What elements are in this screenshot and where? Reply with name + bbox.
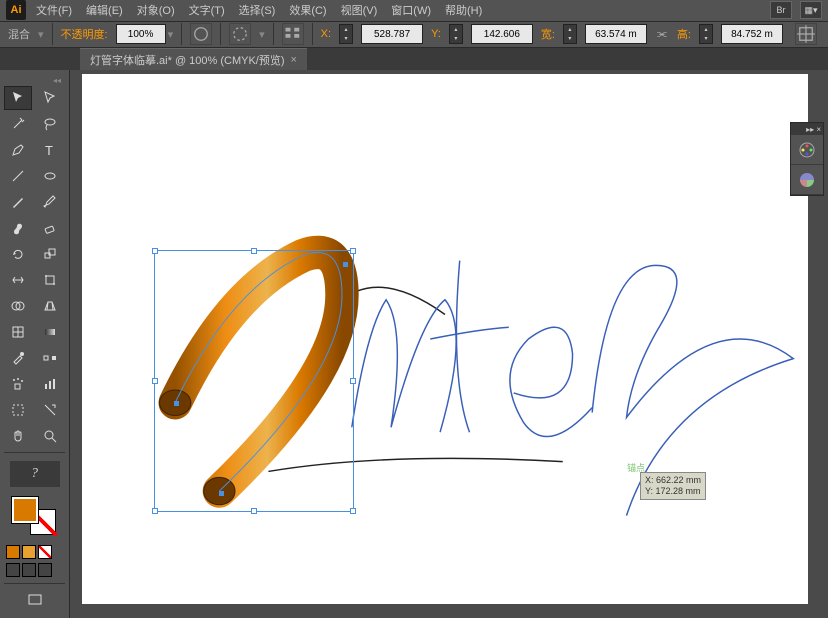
scale-tool[interactable] bbox=[36, 242, 64, 266]
tools-collapse-icon[interactable]: ◂◂ bbox=[4, 76, 65, 86]
coordinate-tooltip: X: 662.22 mm Y: 172.28 mm bbox=[640, 472, 706, 500]
slice-tool[interactable] bbox=[36, 398, 64, 422]
screen-mode-row bbox=[4, 561, 65, 579]
right-panel-dock: ▸▸ × bbox=[790, 122, 824, 196]
menu-file[interactable]: 文件(F) bbox=[36, 2, 72, 18]
opacity-label: 不透明度: bbox=[61, 26, 108, 42]
rotate-tool[interactable] bbox=[4, 242, 32, 266]
anchor-point[interactable] bbox=[219, 491, 224, 496]
svg-text:T: T bbox=[45, 143, 53, 158]
graph-tool[interactable] bbox=[36, 372, 64, 396]
menu-type[interactable]: 文字(T) bbox=[189, 2, 225, 18]
fill-stroke-swatch[interactable] bbox=[10, 497, 60, 537]
transform-icon[interactable] bbox=[795, 23, 817, 45]
zoom-tool[interactable] bbox=[36, 424, 64, 448]
arrange-icon[interactable]: ▦▾ bbox=[800, 1, 822, 19]
y-input[interactable] bbox=[471, 24, 533, 44]
menu-select[interactable]: 选择(S) bbox=[239, 2, 276, 18]
x-label: X: bbox=[321, 28, 331, 40]
panel-collapse-icon[interactable]: ▸▸ × bbox=[791, 123, 823, 135]
menu-help[interactable]: 帮助(H) bbox=[445, 2, 482, 18]
menu-window[interactable]: 窗口(W) bbox=[391, 2, 431, 18]
menu-object[interactable]: 对象(O) bbox=[137, 2, 175, 18]
opacity-input[interactable] bbox=[116, 24, 166, 44]
line-tool[interactable] bbox=[4, 164, 32, 188]
gradient-tool[interactable] bbox=[36, 320, 64, 344]
blend-tool[interactable] bbox=[36, 346, 64, 370]
h-spinner[interactable]: ▴▾ bbox=[699, 24, 713, 44]
width-tool[interactable] bbox=[4, 268, 32, 292]
swatch-1[interactable] bbox=[6, 545, 20, 559]
document-tab[interactable]: 灯管字体临摹.ai* @ 100% (CMYK/预览) × bbox=[80, 48, 307, 70]
menu-effect[interactable]: 效果(C) bbox=[289, 2, 326, 18]
color-panel-icon[interactable] bbox=[791, 135, 823, 165]
blob-brush-tool[interactable] bbox=[4, 216, 32, 240]
anchor-point[interactable] bbox=[343, 262, 348, 267]
link-wh-icon[interactable]: ⫘ bbox=[655, 24, 669, 44]
draw-normal[interactable] bbox=[6, 563, 20, 577]
paintbrush-tool[interactable] bbox=[4, 190, 32, 214]
y-label: Y: bbox=[431, 28, 441, 40]
ellipse-tool[interactable] bbox=[36, 164, 64, 188]
symbol-sprayer-tool[interactable] bbox=[4, 372, 32, 396]
menu-view[interactable]: 视图(V) bbox=[341, 2, 378, 18]
document-tab-bar: 灯管字体临摹.ai* @ 100% (CMYK/预览) × bbox=[0, 48, 828, 70]
x-input[interactable] bbox=[361, 24, 423, 44]
direct-selection-tool[interactable] bbox=[36, 86, 64, 110]
w-spinner[interactable]: ▴▾ bbox=[563, 24, 577, 44]
tab-close-icon[interactable]: × bbox=[291, 54, 297, 66]
shape-builder-tool[interactable] bbox=[4, 294, 32, 318]
h-label: 高: bbox=[677, 26, 691, 42]
screen-mode-button[interactable] bbox=[21, 588, 49, 612]
app-logo: Ai bbox=[6, 0, 26, 20]
x-spinner[interactable]: ▴▾ bbox=[339, 24, 353, 44]
artboard-tool[interactable] bbox=[4, 398, 32, 422]
tab-title: 灯管字体临摹.ai* @ 100% (CMYK/预览) bbox=[90, 52, 285, 68]
w-input[interactable] bbox=[585, 24, 647, 44]
draw-inside[interactable] bbox=[38, 563, 52, 577]
bridge-icon[interactable]: Br bbox=[770, 1, 792, 19]
free-transform-tool[interactable] bbox=[36, 268, 64, 292]
selection-bounds[interactable] bbox=[154, 250, 354, 512]
h-input[interactable] bbox=[721, 24, 783, 44]
canvas-area[interactable]: 锚点 X: 662.22 mm Y: 172.28 mm ▸▸ × bbox=[70, 70, 828, 618]
pen-tool[interactable] bbox=[4, 138, 32, 162]
perspective-tool[interactable] bbox=[36, 294, 64, 318]
recolor-icon[interactable] bbox=[229, 23, 251, 45]
options-bar: 混合 ▾ 不透明度: ▾ ▾ X: ▴▾ Y: ▴▾ 宽: ▴▾ ⫘ 高: ▴▾ bbox=[0, 22, 828, 48]
selection-tool[interactable] bbox=[4, 86, 32, 110]
mesh-tool[interactable] bbox=[4, 320, 32, 344]
color-mode-row bbox=[4, 543, 65, 561]
draw-behind[interactable] bbox=[22, 563, 36, 577]
type-tool[interactable]: T bbox=[36, 138, 64, 162]
lasso-tool[interactable] bbox=[36, 112, 64, 136]
color-guide-panel-icon[interactable] bbox=[791, 165, 823, 195]
style-icon[interactable] bbox=[190, 23, 212, 45]
hand-tool[interactable] bbox=[4, 424, 32, 448]
w-label: 宽: bbox=[541, 26, 555, 42]
menu-bar: Ai 文件(F) 编辑(E) 对象(O) 文字(T) 选择(S) 效果(C) 视… bbox=[0, 0, 828, 22]
align-icon[interactable] bbox=[282, 23, 304, 45]
tools-panel: ◂◂ T bbox=[0, 70, 70, 618]
pencil-tool[interactable] bbox=[36, 190, 64, 214]
eyedropper-tool[interactable] bbox=[4, 346, 32, 370]
swatch-2[interactable] bbox=[22, 545, 36, 559]
y-spinner[interactable]: ▴▾ bbox=[449, 24, 463, 44]
eraser-tool[interactable] bbox=[36, 216, 64, 240]
help-button[interactable]: ? bbox=[10, 461, 60, 487]
artboard[interactable]: 锚点 X: 662.22 mm Y: 172.28 mm bbox=[82, 74, 808, 604]
blend-label: 混合 bbox=[8, 26, 30, 42]
menu-edit[interactable]: 编辑(E) bbox=[86, 2, 123, 18]
magic-wand-tool[interactable] bbox=[4, 112, 32, 136]
anchor-point[interactable] bbox=[174, 401, 179, 406]
fill-swatch[interactable] bbox=[12, 497, 38, 523]
swatch-none[interactable] bbox=[38, 545, 52, 559]
